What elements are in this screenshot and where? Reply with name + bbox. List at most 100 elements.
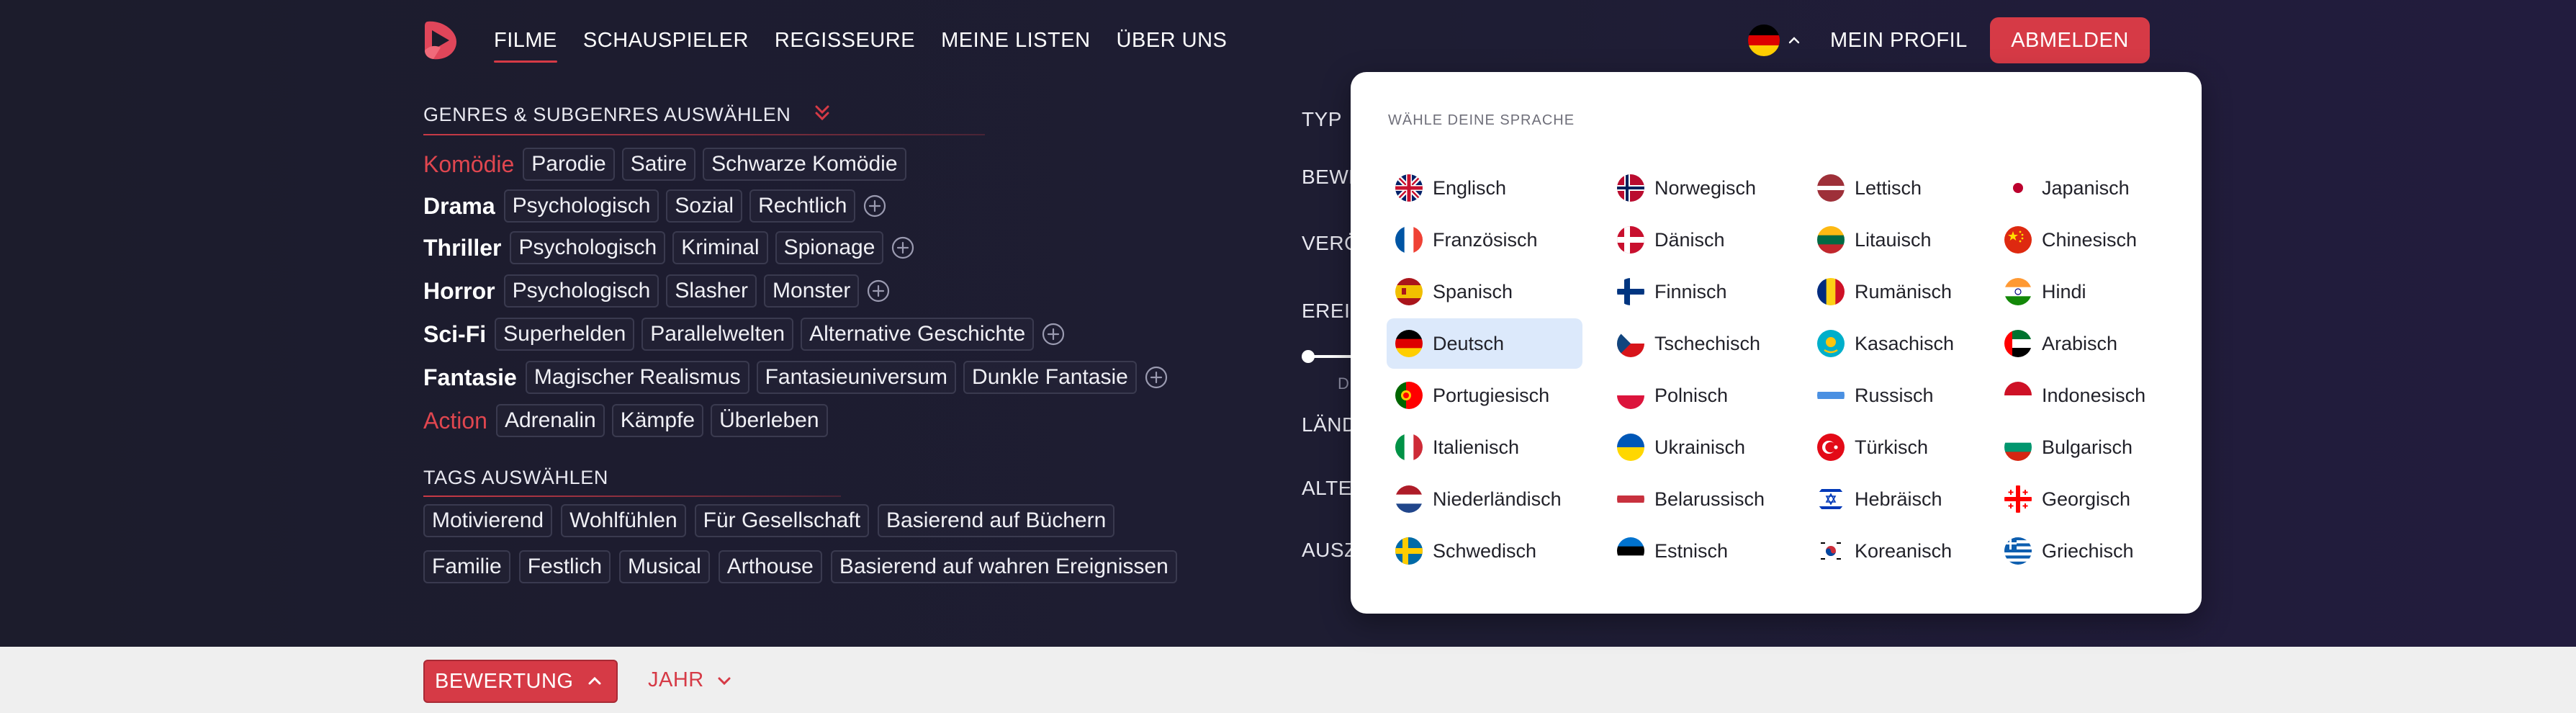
language-option[interactable]: Arabisch <box>1996 318 2163 369</box>
genre-name[interactable]: Fantasie <box>423 364 517 391</box>
language-option[interactable]: Griechisch <box>1996 526 2163 576</box>
tag-chip[interactable]: Familie <box>423 550 510 583</box>
language-option[interactable]: Niederländisch <box>1387 474 1582 524</box>
range-slider-handle[interactable] <box>1302 350 1315 363</box>
language-option[interactable]: Schwedisch <box>1387 526 1582 576</box>
language-option-label: Dänisch <box>1654 228 1725 251</box>
language-option[interactable]: Türkisch <box>1809 422 1980 472</box>
nav-link-4[interactable]: ÜBER UNS <box>1117 29 1228 58</box>
tags-divider <box>423 495 841 497</box>
language-option[interactable]: Belarussisch <box>1608 474 1793 524</box>
add-subgenre-icon[interactable] <box>863 194 887 218</box>
tag-chip[interactable]: Musical <box>619 550 710 583</box>
subgenre-chip[interactable]: Parallelwelten <box>641 318 794 351</box>
tag-chip[interactable]: Motivierend <box>423 504 553 537</box>
tag-chip[interactable]: Festlich <box>518 550 611 583</box>
language-option[interactable]: Rumänisch <box>1809 266 1980 317</box>
subgenre-chip[interactable]: Parodie <box>523 148 615 181</box>
subgenre-chip[interactable]: Kriminal <box>672 231 768 264</box>
tag-chip[interactable]: Arthouse <box>718 550 822 583</box>
sort-by-rating-button[interactable]: BEWERTUNG <box>423 660 618 703</box>
flag-ru-icon <box>1817 382 1845 409</box>
subgenre-chip[interactable]: Alternative Geschichte <box>801 318 1035 351</box>
genre-name[interactable]: Sci-Fi <box>423 321 486 348</box>
language-option[interactable]: Italienisch <box>1387 422 1582 472</box>
nav-link-2[interactable]: REGISSEURE <box>775 29 915 58</box>
tag-chip[interactable]: Wohlfühlen <box>561 504 686 537</box>
language-option[interactable]: Estnisch <box>1608 526 1793 576</box>
nav-link-3[interactable]: MEINE LISTEN <box>941 29 1090 58</box>
genre-name[interactable]: Drama <box>423 193 495 220</box>
subgenre-chip[interactable]: Dunkle Fantasie <box>963 361 1137 394</box>
language-option[interactable]: Bulgarisch <box>1996 422 2163 472</box>
language-option[interactable]: Georgisch <box>1996 474 2163 524</box>
subgenre-chip[interactable]: Adrenalin <box>495 404 605 437</box>
countries-filter-label[interactable]: LÄND <box>1302 413 1357 436</box>
range-slider-track[interactable] <box>1310 355 1354 358</box>
language-option[interactable]: Dänisch <box>1608 215 1793 265</box>
genre-name[interactable]: Thriller <box>423 235 501 261</box>
language-option[interactable]: Chinesisch <box>1996 215 2163 265</box>
language-option[interactable]: Portugiesisch <box>1387 370 1582 421</box>
subgenre-chip[interactable]: Rechtlich <box>749 189 856 223</box>
language-option[interactable]: Kasachisch <box>1809 318 1980 369</box>
subgenre-chip[interactable]: Spionage <box>775 231 884 264</box>
genres-divider <box>423 134 985 135</box>
language-toggle[interactable] <box>1748 24 1801 56</box>
language-option[interactable]: Koreanisch <box>1809 526 1980 576</box>
subgenre-chip[interactable]: Psychologisch <box>510 231 666 264</box>
language-option[interactable]: Litauisch <box>1809 215 1980 265</box>
language-option[interactable]: Lettisch <box>1809 163 1980 213</box>
chevron-up-icon <box>588 676 601 685</box>
subgenre-chip[interactable]: Sozial <box>666 189 743 223</box>
subgenre-chip[interactable]: Superhelden <box>495 318 635 351</box>
language-option[interactable]: Russisch <box>1809 370 1980 421</box>
my-profile-link[interactable]: MEIN PROFIL <box>1830 29 1968 53</box>
language-option[interactable]: Norwegisch <box>1608 163 1793 213</box>
app-logo-icon[interactable] <box>420 19 459 62</box>
language-option[interactable]: Deutsch <box>1387 318 1582 369</box>
add-subgenre-icon[interactable] <box>1144 365 1168 390</box>
language-option[interactable]: Finnisch <box>1608 266 1793 317</box>
subgenre-chip[interactable]: Satire <box>621 148 696 181</box>
add-subgenre-icon[interactable] <box>866 279 891 303</box>
language-option[interactable]: Hebräisch <box>1809 474 1980 524</box>
language-option[interactable]: Französisch <box>1387 215 1582 265</box>
language-option[interactable]: Indonesisch <box>1996 370 2163 421</box>
language-option[interactable]: Polnisch <box>1608 370 1793 421</box>
language-option[interactable]: Ukrainisch <box>1608 422 1793 472</box>
language-option[interactable]: Tschechisch <box>1608 318 1793 369</box>
logout-button[interactable]: ABMELDEN <box>1990 17 2150 63</box>
add-subgenre-icon[interactable] <box>1041 322 1066 346</box>
subgenre-chip[interactable]: Überleben <box>711 404 828 437</box>
subgenre-chip[interactable]: Slasher <box>666 274 757 308</box>
language-option[interactable]: Japanisch <box>1996 163 2163 213</box>
subgenre-chip[interactable]: Monster <box>764 274 860 308</box>
type-filter-label[interactable]: TYP <box>1302 108 1342 131</box>
nav-link-1[interactable]: SCHAUSPIELER <box>583 29 749 58</box>
genre-name[interactable]: Komödie <box>423 151 514 178</box>
add-subgenre-icon[interactable] <box>891 236 915 260</box>
awards-filter-label[interactable]: AUSZ <box>1302 539 1357 562</box>
age-filter-label[interactable]: ALTE <box>1302 477 1352 500</box>
tag-chip[interactable]: Für Gesellschaft <box>694 504 870 537</box>
sort-by-year-button[interactable]: JAHR <box>648 668 733 692</box>
subgenre-chip[interactable]: Schwarze Komödie <box>703 148 906 181</box>
double-chevron-down-icon[interactable] <box>812 102 832 124</box>
subgenre-chip[interactable]: Psychologisch <box>503 274 659 308</box>
language-option[interactable]: Hindi <box>1996 266 2163 317</box>
genre-name[interactable]: Action <box>423 408 487 434</box>
language-option[interactable]: Spanisch <box>1387 266 1582 317</box>
tag-chip[interactable]: Basierend auf Büchern <box>878 504 1115 537</box>
language-option[interactable]: Englisch <box>1387 163 1582 213</box>
language-option-label: Niederländisch <box>1433 488 1562 510</box>
subgenre-chip[interactable]: Magischer Realismus <box>525 361 749 394</box>
subgenre-chip[interactable]: Fantasieuniversum <box>756 361 957 394</box>
genre-name[interactable]: Horror <box>423 278 495 305</box>
flag-bg-icon <box>2004 434 2032 461</box>
subgenre-chip[interactable]: Psychologisch <box>503 189 659 223</box>
language-option-label: Arabisch <box>2042 332 2118 354</box>
tag-chip[interactable]: Basierend auf wahren Ereignissen <box>830 550 1177 583</box>
subgenre-chip[interactable]: Kämpfe <box>611 404 704 437</box>
nav-link-0[interactable]: FILME <box>494 29 557 63</box>
